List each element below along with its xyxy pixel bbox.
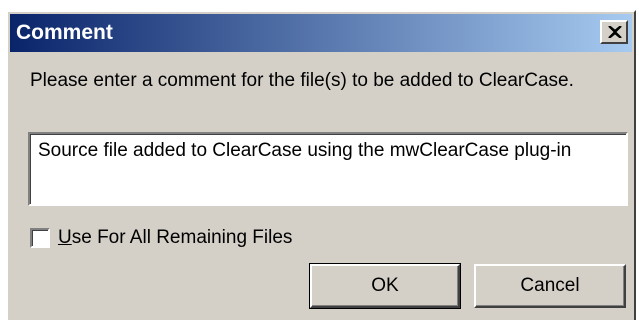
close-icon bbox=[608, 26, 622, 38]
comment-input[interactable]: Source file added to ClearCase using the… bbox=[28, 132, 628, 206]
ok-button[interactable]: OK bbox=[309, 263, 461, 309]
prompt-text: Please enter a comment for the file(s) t… bbox=[30, 70, 574, 91]
cancel-button[interactable]: Cancel bbox=[474, 264, 626, 308]
dialog-title: Comment bbox=[16, 21, 113, 44]
checkbox-mnemonic: U bbox=[58, 227, 72, 248]
close-button[interactable] bbox=[600, 20, 628, 44]
use-for-all-label[interactable]: Use For All Remaining Files bbox=[58, 226, 292, 250]
comment-dialog: Comment Please enter a comment for the f… bbox=[6, 10, 636, 320]
use-for-all-checkbox[interactable] bbox=[30, 228, 50, 248]
title-bar[interactable]: Comment bbox=[10, 14, 632, 52]
checkbox-label-text: se For All Remaining Files bbox=[71, 227, 293, 248]
